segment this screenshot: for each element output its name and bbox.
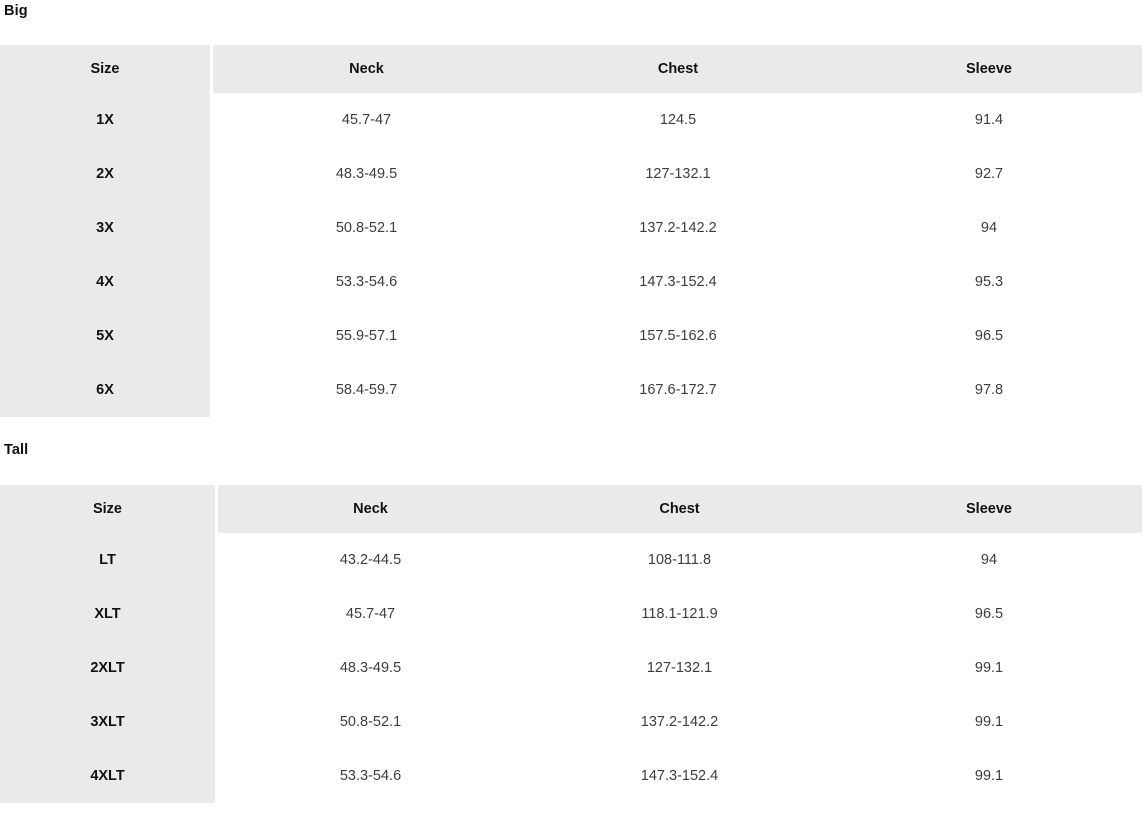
tall-table-header-row: Size Neck Chest Sleeve [0,485,1142,533]
cell-sleeve: 91.4 [836,93,1142,147]
cell-size: LT [0,533,218,587]
cell-sleeve: 99.1 [836,749,1142,803]
cell-neck: 50.8-52.1 [211,201,520,255]
cell-neck: 45.7-47 [216,587,523,641]
cell-sleeve: 96.5 [836,309,1142,363]
cell-size: 2X [0,147,213,201]
cell-size: 2XLT [0,641,218,695]
big-header-size: Size [0,45,213,93]
cell-neck: 48.3-49.5 [216,641,523,695]
table-row: 3XLT 50.8-52.1 137.2-142.2 99.1 [0,695,1142,749]
cell-chest: 157.5-162.6 [520,309,836,363]
cell-size: 3X [0,201,213,255]
cell-chest: 147.3-152.4 [520,255,836,309]
cell-sleeve: 99.1 [836,641,1142,695]
big-header-sleeve: Sleeve [836,45,1142,93]
tall-header-chest: Chest [523,485,836,533]
tall-header-size: Size [0,485,218,533]
cell-size: 5X [0,309,213,363]
big-table-body: 1X 45.7-47 124.5 91.4 2X 48.3-49.5 127-1… [0,93,1142,417]
tall-section-title: Tall [4,442,29,458]
cell-chest: 147.3-152.4 [523,749,836,803]
tall-table-head: Size Neck Chest Sleeve [0,485,1142,533]
cell-chest: 124.5 [520,93,836,147]
table-row: 6X 58.4-59.7 167.6-172.7 97.8 [0,363,1142,417]
big-header-chest: Chest [520,45,836,93]
big-header-neck: Neck [211,45,520,93]
cell-sleeve: 97.8 [836,363,1142,417]
cell-sleeve: 94 [836,201,1142,255]
cell-neck: 55.9-57.1 [211,309,520,363]
cell-size: 1X [0,93,213,147]
cell-chest: 118.1-121.9 [523,587,836,641]
cell-sleeve: 96.5 [836,587,1142,641]
cell-chest: 137.2-142.2 [520,201,836,255]
cell-neck: 53.3-54.6 [211,255,520,309]
cell-size: 4X [0,255,213,309]
table-row: XLT 45.7-47 118.1-121.9 96.5 [0,587,1142,641]
table-row: LT 43.2-44.5 108-111.8 94 [0,533,1142,587]
table-row: 5X 55.9-57.1 157.5-162.6 96.5 [0,309,1142,363]
cell-neck: 43.2-44.5 [216,533,523,587]
cell-sleeve: 95.3 [836,255,1142,309]
cell-chest: 127-132.1 [523,641,836,695]
cell-size: 4XLT [0,749,218,803]
cell-neck: 53.3-54.6 [216,749,523,803]
big-size-table: Size Neck Chest Sleeve 1X 45.7-47 124.5 … [0,45,1142,417]
table-row: 4XLT 53.3-54.6 147.3-152.4 99.1 [0,749,1142,803]
tall-table-body: LT 43.2-44.5 108-111.8 94 XLT 45.7-47 11… [0,533,1142,803]
big-table-head: Size Neck Chest Sleeve [0,45,1142,93]
cell-sleeve: 99.1 [836,695,1142,749]
size-chart-page: Big Size Neck Chest Sleeve 1X 45.7-47 12… [0,0,1148,815]
cell-sleeve: 94 [836,533,1142,587]
cell-size: 3XLT [0,695,218,749]
cell-size: 6X [0,363,213,417]
cell-sleeve: 92.7 [836,147,1142,201]
cell-chest: 167.6-172.7 [520,363,836,417]
cell-neck: 45.7-47 [211,93,520,147]
table-row: 3X 50.8-52.1 137.2-142.2 94 [0,201,1142,255]
big-section-title: Big [4,3,28,19]
tall-size-table: Size Neck Chest Sleeve LT 43.2-44.5 108-… [0,485,1142,803]
table-row: 4X 53.3-54.6 147.3-152.4 95.3 [0,255,1142,309]
cell-chest: 108-111.8 [523,533,836,587]
table-row: 1X 45.7-47 124.5 91.4 [0,93,1142,147]
cell-chest: 137.2-142.2 [523,695,836,749]
cell-neck: 48.3-49.5 [211,147,520,201]
tall-header-neck: Neck [216,485,523,533]
cell-neck: 50.8-52.1 [216,695,523,749]
cell-neck: 58.4-59.7 [211,363,520,417]
cell-size: XLT [0,587,218,641]
tall-header-sleeve: Sleeve [836,485,1142,533]
cell-chest: 127-132.1 [520,147,836,201]
big-table-header-row: Size Neck Chest Sleeve [0,45,1142,93]
table-row: 2X 48.3-49.5 127-132.1 92.7 [0,147,1142,201]
table-row: 2XLT 48.3-49.5 127-132.1 99.1 [0,641,1142,695]
